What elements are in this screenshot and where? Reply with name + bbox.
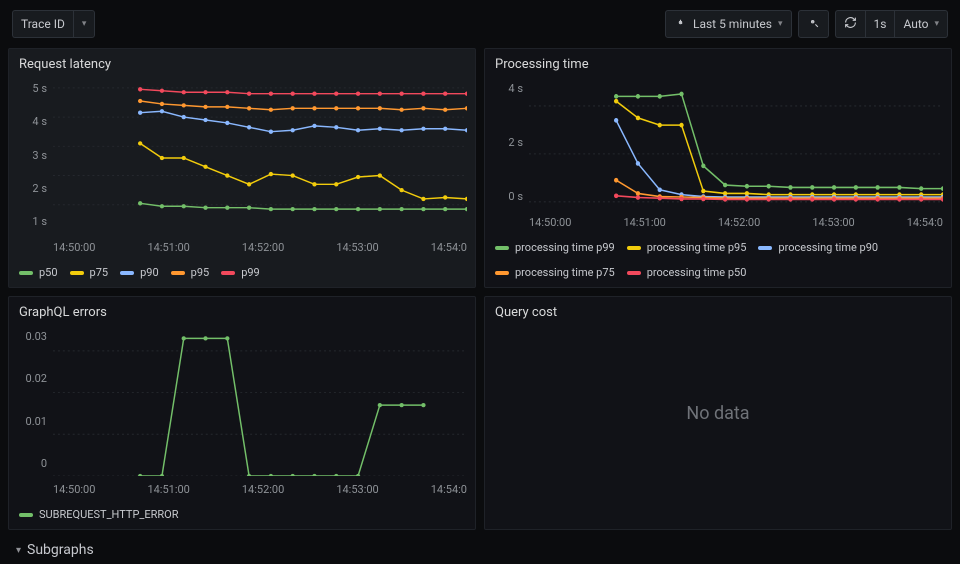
panel-query-cost[interactable]: Query cost No data (484, 296, 952, 530)
chevron-down-icon: ▾ (82, 19, 87, 29)
chart-area: 5 s4 s3 s2 s1 s 14:50:0014:51:0014:52:00… (9, 76, 475, 262)
legend-item[interactable]: processing time p50 (627, 266, 747, 279)
legend-item[interactable]: SUBREQUEST_HTTP_ERROR (19, 508, 179, 521)
section-subgraphs[interactable]: ▾ Subgraphs (8, 538, 952, 562)
chevron-down-icon: ▾ (778, 19, 783, 29)
time-range-label: Last 5 minutes (693, 17, 772, 31)
zoom-out-button[interactable] (798, 10, 829, 38)
chevron-down-icon: ▾ (934, 19, 939, 29)
legend-item[interactable]: processing time p75 (495, 266, 615, 279)
refresh-button[interactable] (835, 10, 865, 38)
chart-area: 0.030.020.010 14:50:0014:51:0014:52:0014… (9, 324, 475, 504)
trace-id-picker[interactable]: Trace ID ▾ (12, 10, 95, 38)
section-title: Subgraphs (27, 542, 94, 558)
chart-area: 4 s2 s0 s 14:50:0014:51:0014:52:0014:53:… (485, 76, 951, 237)
chart-legend: SUBREQUEST_HTTP_ERROR (9, 504, 475, 529)
legend-item[interactable]: p95 (171, 266, 210, 279)
trace-id-label: Trace ID (21, 17, 65, 31)
refresh-interval[interactable]: 1s (865, 10, 895, 38)
zoom-out-icon (807, 16, 820, 32)
legend-item[interactable]: p50 (19, 266, 58, 279)
panel-title: Processing time (485, 49, 951, 76)
legend-item[interactable]: p75 (70, 266, 109, 279)
toolbar: Trace ID ▾ Last 5 minutes ▾ 1s Auto ▾ (0, 0, 960, 48)
legend-item[interactable]: processing time p99 (495, 241, 615, 254)
legend-item[interactable]: processing time p90 (758, 241, 878, 254)
panel-title: GraphQL errors (9, 297, 475, 324)
refresh-auto[interactable]: Auto ▾ (894, 10, 948, 38)
panel-request-latency[interactable]: Request latency 5 s4 s3 s2 s1 s 14:50:00… (8, 48, 476, 288)
panel-processing-time[interactable]: Processing time 4 s2 s0 s 14:50:0014:51:… (484, 48, 952, 288)
chart-legend: processing time p99 processing time p95 pr… (485, 237, 951, 287)
refresh-icon (844, 16, 857, 32)
legend-item[interactable]: p90 (120, 266, 159, 279)
legend-item[interactable]: processing time p95 (627, 241, 747, 254)
time-range-picker[interactable]: Last 5 minutes ▾ (665, 10, 792, 38)
chart-legend: p50 p75 p90 p95 p99 (9, 262, 475, 287)
chevron-down-icon: ▾ (16, 545, 21, 556)
panel-title: Request latency (9, 49, 475, 76)
legend-item[interactable]: p99 (221, 266, 260, 279)
no-data-label: No data (485, 297, 951, 529)
panel-graphql-errors[interactable]: GraphQL errors 0.030.020.010 14:50:0014:… (8, 296, 476, 530)
clock-icon (674, 16, 687, 32)
